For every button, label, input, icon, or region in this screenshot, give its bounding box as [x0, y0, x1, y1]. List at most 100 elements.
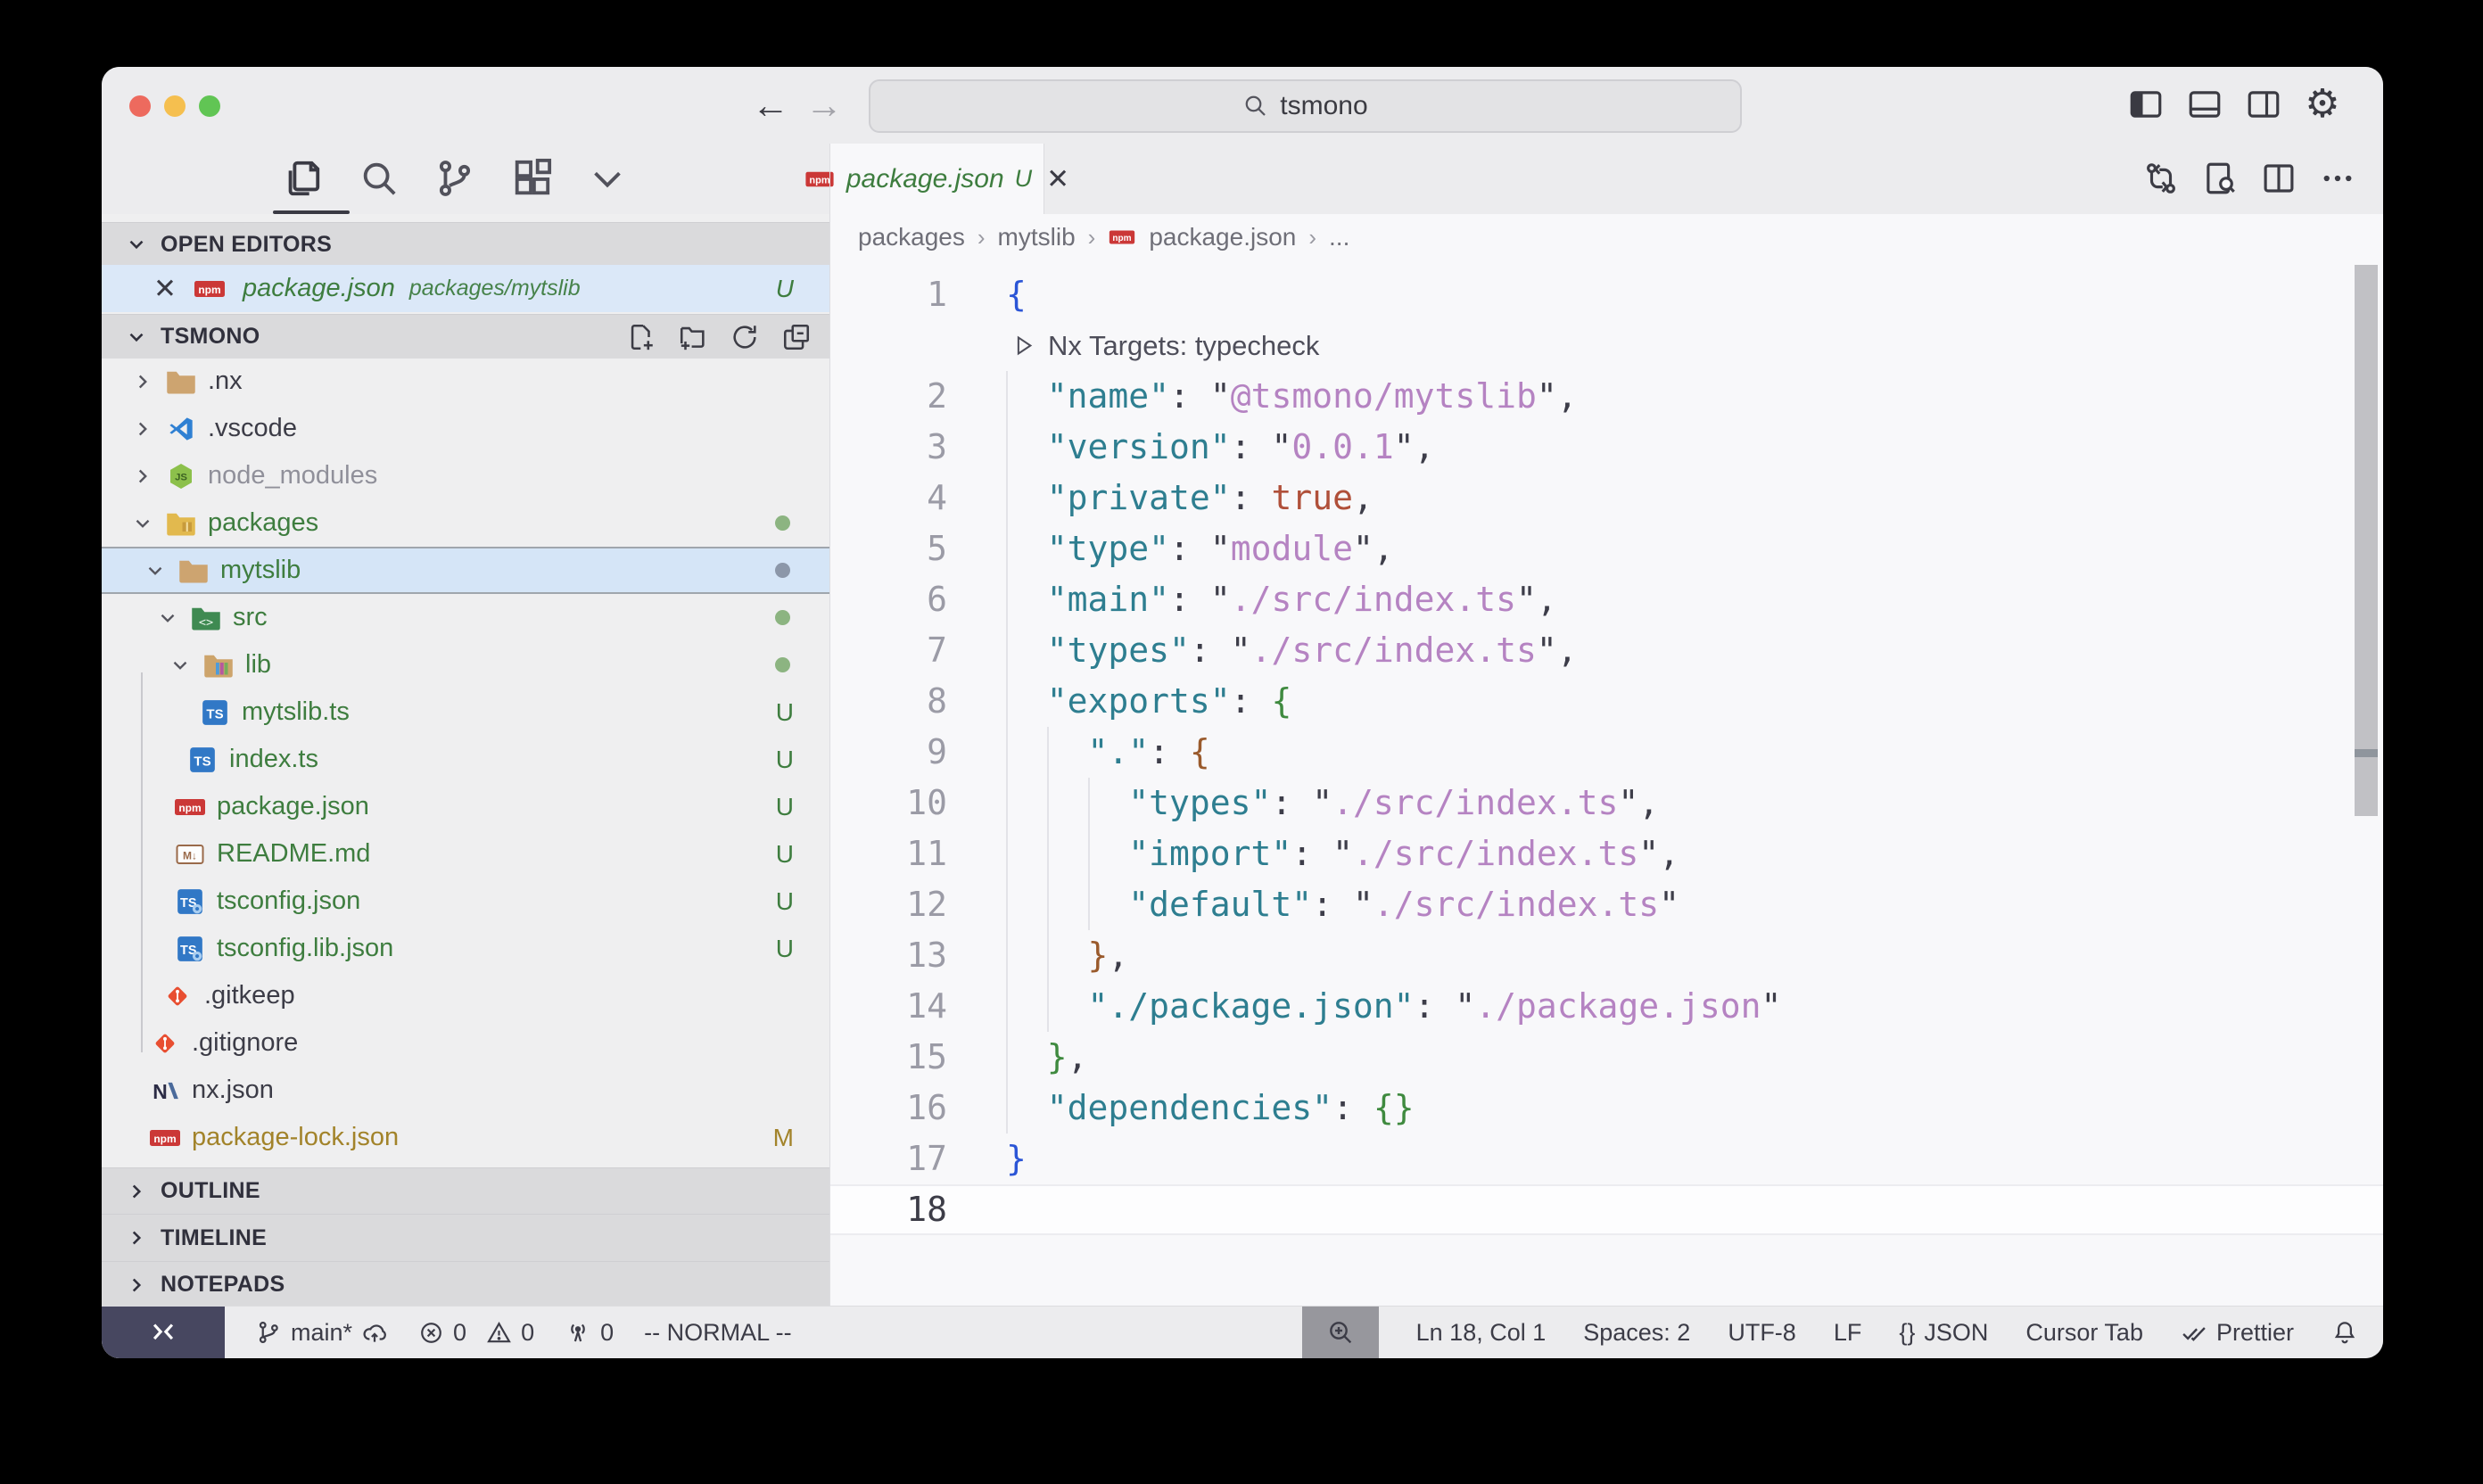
tab-package-json[interactable]: npm package.json U ✕ — [829, 144, 1044, 214]
tree-item--nx[interactable]: .nx — [102, 358, 829, 405]
eol-item[interactable]: LF — [1834, 1319, 1862, 1347]
open-editors-header[interactable]: OPEN EDITORS — [102, 222, 829, 266]
cursor-tab-item[interactable]: Cursor Tab — [2025, 1319, 2143, 1347]
notifications-bell-icon[interactable] — [2331, 1319, 2358, 1346]
tree-item--vscode[interactable]: .vscode — [102, 405, 829, 452]
outline-section-header[interactable]: OUTLINE — [102, 1167, 829, 1214]
navigate-back-button[interactable]: ← — [748, 79, 793, 131]
navigate-forward-button[interactable]: → — [802, 79, 846, 131]
search-view-icon[interactable] — [357, 156, 401, 201]
code-line-13[interactable]: 13 }, — [829, 930, 2383, 981]
close-editor-icon[interactable]: ✕ — [153, 273, 177, 305]
code-line-2[interactable]: 2 "name": "@tsmono/mytslib", — [829, 371, 2383, 422]
tree-item-package-lock-json[interactable]: npmpackage-lock.jsonM — [102, 1114, 829, 1161]
source-control-icon[interactable] — [433, 156, 477, 201]
code-line-12[interactable]: 12 "default": "./src/index.ts" — [829, 879, 2383, 930]
breadcrumb-item[interactable]: packages — [858, 223, 965, 251]
toggle-secondary-sidebar-icon[interactable] — [2244, 85, 2283, 124]
tree-item-nx-json[interactable]: Nnx.json — [102, 1067, 829, 1114]
tree-item-mytslib[interactable]: mytslib — [102, 547, 829, 594]
settings-gear-icon[interactable]: ⚙ — [2303, 85, 2342, 124]
line-number: 1 — [829, 269, 947, 320]
more-actions-icon[interactable] — [2319, 160, 2356, 197]
screencast-zoom-item[interactable] — [1302, 1307, 1379, 1358]
close-tab-icon[interactable]: ✕ — [1046, 163, 1069, 195]
codelens-nx-targets[interactable]: Nx Targets: typecheck — [829, 320, 2383, 371]
code-line-7[interactable]: 7 "types": "./src/index.ts", — [829, 625, 2383, 676]
open-editor-filename: package.json — [243, 274, 395, 303]
indentation-item[interactable]: Spaces: 2 — [1583, 1319, 1690, 1347]
code-line-8[interactable]: 8 "exports": { — [829, 676, 2383, 727]
breadcrumb-separator: › — [1088, 224, 1096, 251]
tree-item-label: tsconfig.lib.json — [217, 934, 393, 963]
language-mode-item[interactable]: {} JSON — [1899, 1319, 1988, 1347]
tree-item-tsconfig-json[interactable]: TStsconfig.jsonU — [102, 878, 829, 925]
breadcrumb-item[interactable]: package.json — [1149, 223, 1296, 251]
timeline-section-header[interactable]: TIMELINE — [102, 1214, 829, 1261]
code-line-1[interactable]: 1{ — [829, 269, 2383, 320]
editor-scrollbar[interactable] — [2355, 265, 2378, 816]
branch-status-item[interactable]: main* — [255, 1319, 388, 1347]
refresh-icon[interactable] — [728, 320, 762, 354]
code-line-11[interactable]: 11 "import": "./src/index.ts", — [829, 829, 2383, 879]
code-editor[interactable]: 1{Nx Targets: typecheck2 "name": "@tsmon… — [829, 260, 2383, 1307]
tree-item-mytslib-ts[interactable]: TSmytslib.tsU — [102, 688, 829, 736]
toggle-primary-sidebar-icon[interactable] — [2126, 85, 2165, 124]
sidebar-editor-divider[interactable] — [829, 144, 830, 1307]
code-line-16[interactable]: 16 "dependencies": {} — [829, 1083, 2383, 1134]
code-line-3[interactable]: 3 "version": "0.0.1", — [829, 422, 2383, 473]
notepads-section-header[interactable]: NOTEPADS — [102, 1261, 829, 1307]
cursor-position-item[interactable]: Ln 18, Col 1 — [1416, 1319, 1547, 1347]
breadcrumb-item[interactable]: ... — [1329, 223, 1349, 251]
workspace-header[interactable]: TSMONO — [102, 314, 829, 359]
open-preview-icon[interactable] — [2201, 160, 2239, 197]
git-branch-icon — [255, 1319, 282, 1346]
open-editor-item[interactable]: ✕ npm package.json packages/mytslib U — [102, 265, 829, 312]
remote-indicator[interactable] — [102, 1307, 225, 1358]
command-center-search[interactable]: tsmono — [869, 79, 1742, 133]
tree-item--gitignore[interactable]: .gitignore — [102, 1019, 829, 1067]
tree-item-packages[interactable]: packages — [102, 499, 829, 547]
split-editor-icon[interactable] — [2260, 160, 2297, 197]
code-line-17[interactable]: 17} — [829, 1134, 2383, 1184]
tree-item-lib[interactable]: lib — [102, 641, 829, 688]
chevron-right-icon — [125, 1180, 148, 1203]
code-line-6[interactable]: 6 "main": "./src/index.ts", — [829, 574, 2383, 625]
breadcrumb-item[interactable]: mytslib — [998, 223, 1076, 251]
tree-item-index-ts[interactable]: TSindex.tsU — [102, 736, 829, 783]
minimize-window-button[interactable] — [164, 95, 186, 117]
tree-item--gitkeep[interactable]: .gitkeep — [102, 972, 829, 1019]
problems-status-item[interactable]: 0 0 — [418, 1319, 534, 1347]
ports-status-item[interactable]: 0 — [565, 1319, 614, 1347]
tree-item-readme-md[interactable]: M↓README.mdU — [102, 830, 829, 878]
code-line-9[interactable]: 9 ".": { — [829, 727, 2383, 778]
extensions-icon[interactable] — [509, 156, 554, 201]
breadcrumb: packages › mytslib › npm package.json › … — [829, 214, 2383, 260]
tree-item-label: package-lock.json — [192, 1123, 399, 1152]
close-window-button[interactable] — [129, 95, 151, 117]
npm-icon: npm — [193, 278, 227, 300]
new-folder-icon[interactable] — [676, 320, 710, 354]
tree-item-tsconfig-lib-json[interactable]: TStsconfig.lib.jsonU — [102, 925, 829, 972]
tree-item-src[interactable]: <>src — [102, 594, 829, 641]
code-line-10[interactable]: 10 "types": "./src/index.ts", — [829, 778, 2383, 829]
new-file-icon[interactable] — [624, 320, 658, 354]
tree-item-package-json[interactable]: npmpackage.jsonU — [102, 783, 829, 830]
code-line-15[interactable]: 15 }, — [829, 1032, 2383, 1083]
vim-mode-indicator[interactable]: -- NORMAL -- — [644, 1319, 791, 1347]
code-line-5[interactable]: 5 "type": "module", — [829, 524, 2383, 574]
open-changes-icon[interactable] — [2142, 160, 2180, 197]
explorer-icon[interactable] — [280, 156, 325, 201]
indent-guide — [1006, 625, 1008, 676]
code-line-4[interactable]: 4 "private": true, — [829, 473, 2383, 524]
collapse-folders-icon[interactable] — [780, 320, 813, 354]
tree-item-node-modules[interactable]: JSnode_modules — [102, 452, 829, 499]
toggle-panel-icon[interactable] — [2185, 85, 2224, 124]
code-line-18[interactable]: 18 — [829, 1184, 2383, 1235]
more-views-chevron-icon[interactable] — [585, 156, 630, 201]
maximize-window-button[interactable] — [199, 95, 220, 117]
formatter-item[interactable]: Prettier — [2181, 1319, 2294, 1347]
encoding-item[interactable]: UTF-8 — [1728, 1319, 1796, 1347]
indent-guide — [1047, 778, 1049, 829]
code-line-14[interactable]: 14 "./package.json": "./package.json" — [829, 981, 2383, 1032]
